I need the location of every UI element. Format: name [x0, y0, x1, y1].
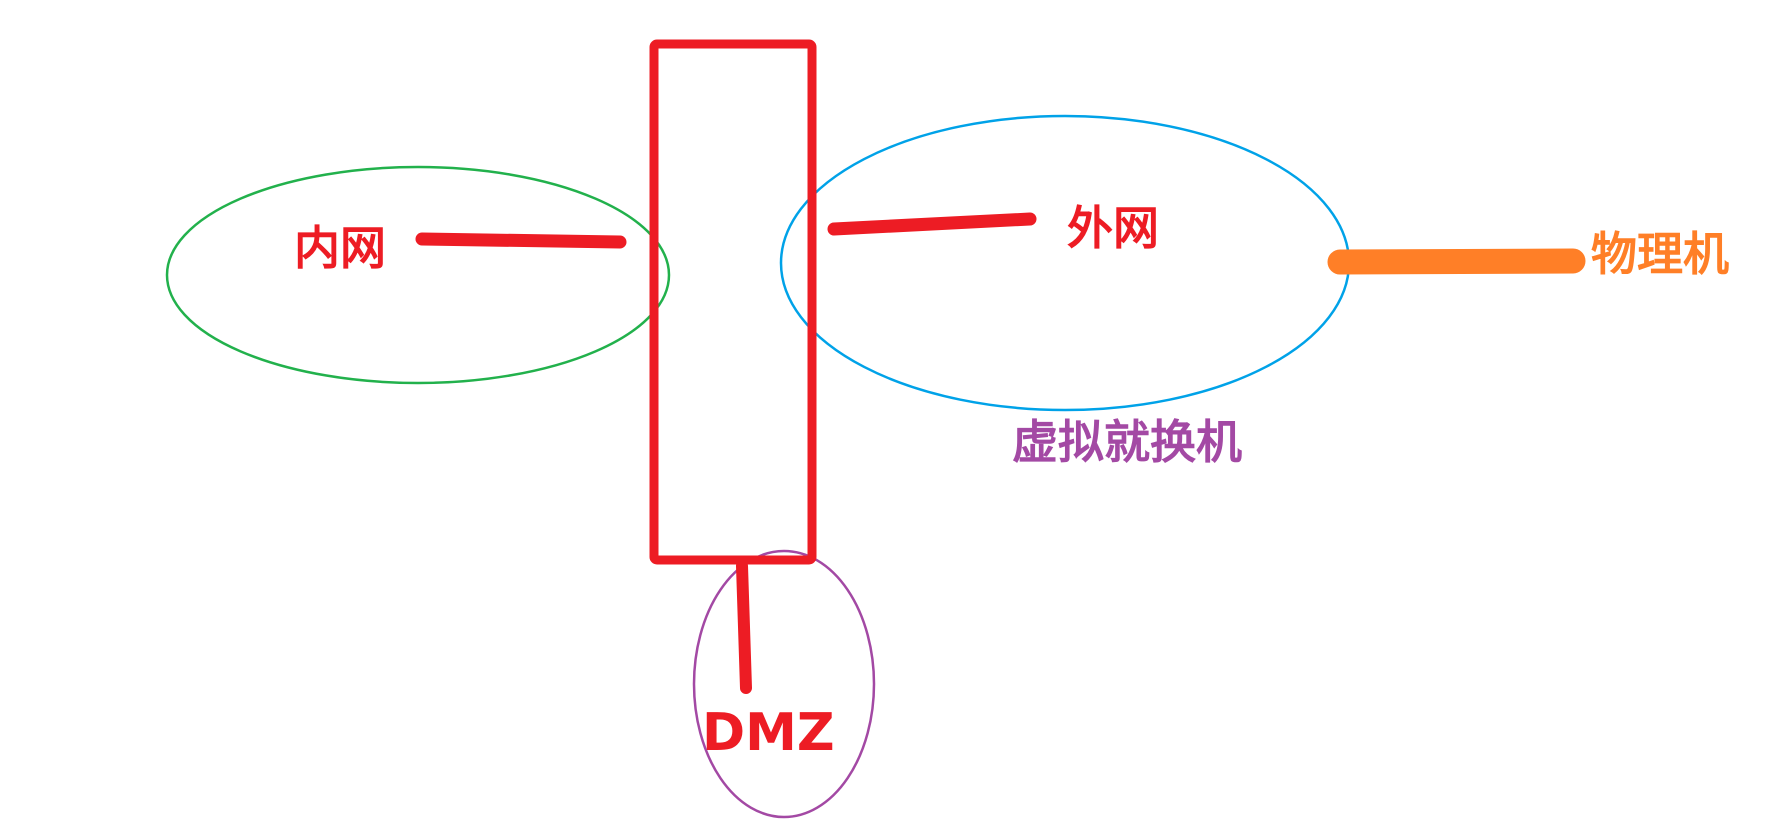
- dmz-zone: [692, 549, 876, 819]
- internal-network-label: 内网: [294, 221, 386, 275]
- internal-network-zone: [165, 165, 671, 385]
- network-diagram: 内网 外网 物理机 虚拟就换机 DMZ: [165, 39, 1729, 819]
- external-network-label: 外网: [1067, 201, 1159, 255]
- physical-machine-label: 物理机: [1591, 227, 1729, 281]
- dmz-link: [736, 560, 752, 694]
- virtual-switch-label: 虚拟就换机: [1012, 415, 1242, 469]
- external-network-zone: [779, 114, 1351, 412]
- firewall-box: [649, 39, 817, 565]
- physical-machine-link: [1327, 248, 1586, 275]
- external-network-link: [827, 212, 1037, 236]
- dmz-label: DMZ: [702, 703, 835, 763]
- internal-network-link: [415, 232, 627, 249]
